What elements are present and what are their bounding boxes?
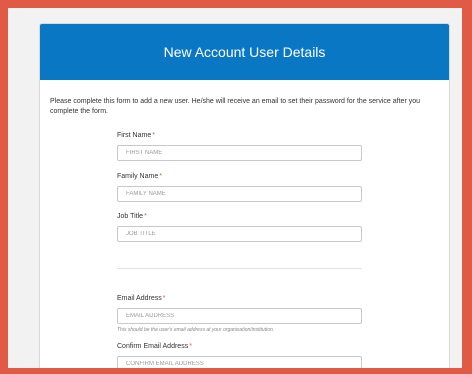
confirm-email-field: Confirm Email Address* xyxy=(117,342,362,368)
page-frame: New Account User Details Please complete… xyxy=(8,8,462,368)
section-divider xyxy=(117,268,362,269)
email-hint: This should be the user's email address … xyxy=(117,327,275,333)
job-title-field: Job Title* xyxy=(117,212,362,242)
family-name-label: Family Name* xyxy=(117,173,162,180)
required-marker: * xyxy=(144,213,147,220)
form-header: New Account User Details xyxy=(40,24,449,80)
form-intro: Please complete this form to add a new u… xyxy=(50,98,421,115)
job-title-label: Job Title* xyxy=(117,213,147,220)
required-marker: * xyxy=(159,173,162,180)
job-title-input[interactable] xyxy=(117,226,362,242)
confirm-email-input[interactable] xyxy=(117,356,362,368)
family-name-field: Family Name* xyxy=(117,172,362,202)
first-name-field: First Name* xyxy=(117,131,362,161)
confirm-email-label: Confirm Email Address* xyxy=(117,343,192,350)
email-field: Email Address* This should be the user's… xyxy=(117,294,362,333)
required-marker: * xyxy=(189,343,192,350)
required-marker: * xyxy=(152,132,155,139)
form-title: New Account User Details xyxy=(163,44,326,60)
first-name-label: First Name* xyxy=(117,132,155,139)
email-input[interactable] xyxy=(117,308,362,324)
family-name-input[interactable] xyxy=(117,186,362,202)
email-label: Email Address* xyxy=(117,295,166,302)
form-card: New Account User Details Please complete… xyxy=(39,23,450,368)
required-marker: * xyxy=(162,295,166,302)
first-name-input[interactable] xyxy=(117,145,362,161)
